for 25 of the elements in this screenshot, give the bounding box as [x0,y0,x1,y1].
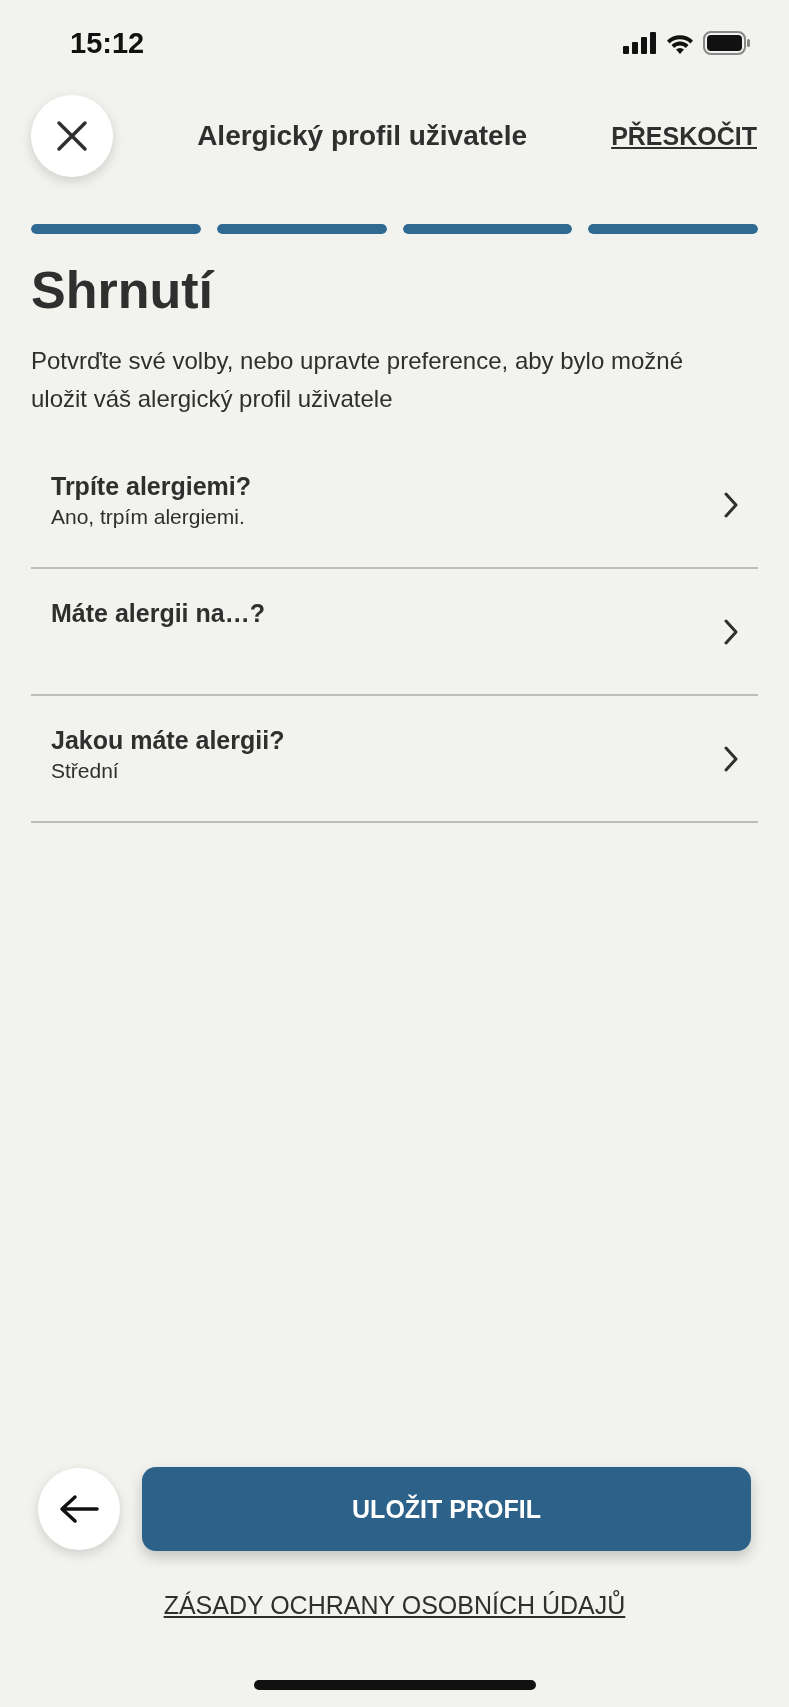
row-title: Trpíte alergiemi? [51,472,253,501]
battery-icon [703,31,751,55]
page-heading: Shrnutí [31,260,216,320]
header-title: Alergický profil uživatele [196,120,528,152]
intro-text: Potvrďte své volby, nebo upravte preference, aby bylo možné uložit váš alergický profil uživatele [31,346,684,414]
chevron-right-icon [724,491,738,518]
chevron-right-icon [724,745,738,772]
privacy-policy-link[interactable]: ZÁSADY OCHRANY OSOBNÍCH ÚDAJŮ [163,1591,626,1620]
close-icon [56,120,88,152]
summary-row[interactable]: Jakou máte alergii? Střední [31,696,758,823]
summary-row[interactable]: Trpíte alergiemi? Ano, trpím alergiemi. [31,442,758,569]
chevron-right-icon [724,618,738,645]
row-title: Jakou máte alergii? [51,726,286,755]
signal-icon [623,32,657,54]
save-profile-button[interactable]: ULOŽIT PROFIL [142,1467,751,1551]
skip-link[interactable]: PŘESKOČIT [611,121,757,151]
wifi-icon [665,32,695,54]
status-time: 15:12 [70,26,145,60]
close-button[interactable] [31,95,113,177]
back-arrow-icon [59,1494,99,1524]
row-value: Střední [51,759,120,783]
summary-row[interactable]: Máte alergii na…? [31,569,758,696]
row-value: Ano, trpím alergiemi. [51,505,246,529]
row-title: Máte alergii na…? [51,599,266,628]
back-button[interactable] [38,1468,120,1550]
